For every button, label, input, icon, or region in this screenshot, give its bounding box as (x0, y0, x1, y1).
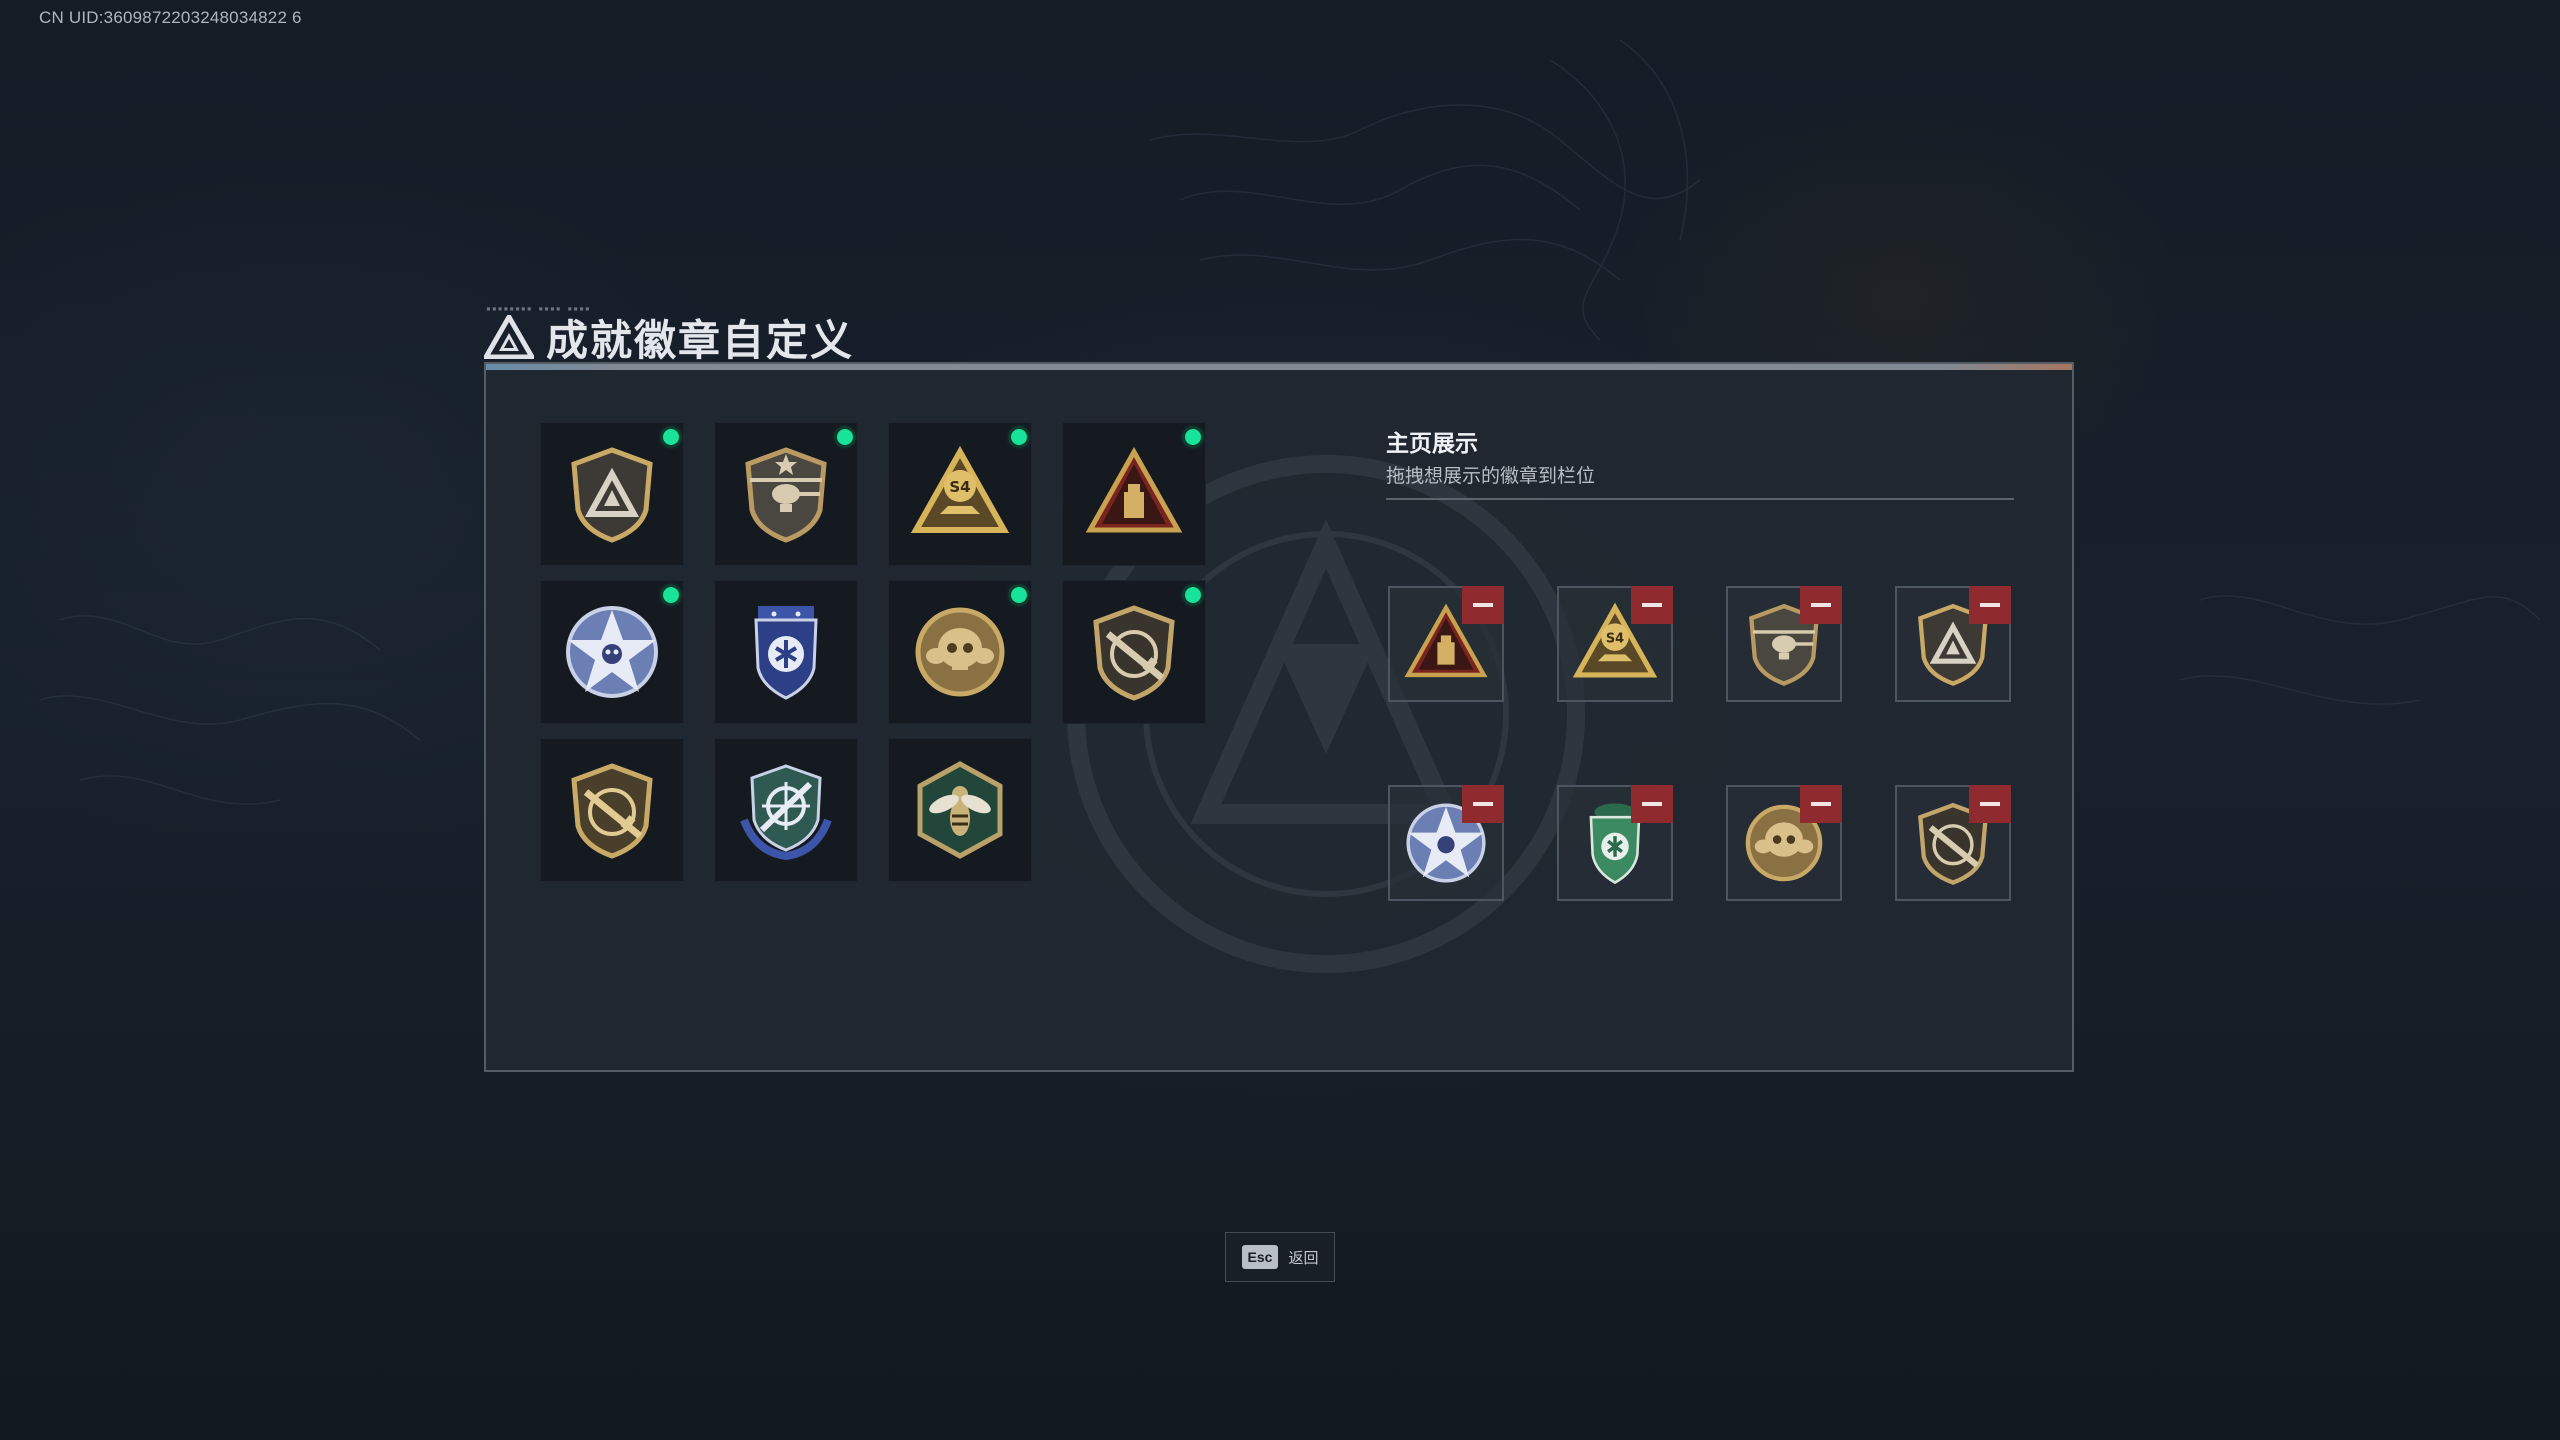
minus-icon (1980, 802, 2000, 806)
badge-cell[interactable] (714, 580, 858, 724)
red-triangle-badge-icon (1085, 446, 1183, 533)
svg-text:S4: S4 (949, 478, 970, 496)
rifle-shield-badge-icon (1093, 605, 1175, 701)
showcase-title: 主页展示 (1386, 431, 1478, 457)
showcase-slot[interactable] (1388, 785, 1504, 901)
page-header: 成就徽章自定义 (484, 310, 854, 365)
back-label: 返回 (1288, 1248, 1319, 1267)
showcase-slot[interactable]: S4 (1557, 586, 1673, 702)
remove-badge-button[interactable] (1800, 586, 1842, 624)
minus-icon (1811, 603, 1831, 607)
minus-icon (1642, 802, 1662, 806)
gold-rifle-shield-badge-icon (571, 763, 653, 859)
selected-indicator (1011, 587, 1027, 603)
remove-badge-button[interactable] (1800, 785, 1842, 823)
showcase-divider (1386, 498, 2014, 500)
page-title: 成就徽章自定义 (546, 315, 855, 365)
badge-cell[interactable] (1062, 422, 1206, 566)
showcase-slot[interactable] (1726, 785, 1842, 901)
minus-icon (1642, 603, 1662, 607)
triangle-shield-badge-icon (571, 447, 653, 543)
selected-indicator (1011, 429, 1027, 445)
minus-icon (1980, 603, 2000, 607)
remove-badge-button[interactable] (1462, 785, 1504, 823)
blue-star-skull-badge-icon (566, 606, 658, 698)
wasp-hexagon-badge-icon (917, 761, 1003, 859)
showcase-slot[interactable] (1388, 586, 1504, 702)
badge-cell[interactable] (714, 738, 858, 882)
badge-cell[interactable] (888, 580, 1032, 724)
selected-indicator (1185, 587, 1201, 603)
badge-cell[interactable] (540, 738, 684, 882)
helicopter-shield-badge-icon (745, 447, 827, 543)
user-uid: CN UID:3609872203248034822 6 (39, 8, 302, 27)
green-crosshair-badge-icon (740, 764, 832, 860)
back-button[interactable]: Esc 返回 (1225, 1232, 1335, 1282)
badge-cell[interactable] (540, 422, 684, 566)
showcase-slot[interactable] (1726, 586, 1842, 702)
remove-badge-button[interactable] (1969, 785, 2011, 823)
remove-badge-button[interactable] (1462, 586, 1504, 624)
showcase-subtitle: 拖拽想展示的徽章到栏位 (1386, 465, 1596, 487)
selected-indicator (1185, 429, 1201, 445)
remove-badge-button[interactable] (1631, 785, 1673, 823)
esc-key-icon: Esc (1241, 1245, 1279, 1269)
remove-badge-button[interactable] (1969, 586, 2011, 624)
showcase-slot[interactable] (1895, 785, 2011, 901)
selected-indicator (663, 429, 679, 445)
remove-badge-button[interactable] (1631, 586, 1673, 624)
showcase-slot[interactable] (1895, 586, 2011, 702)
badge-customize-panel: S4 主页展示 拖拽想展示的徽章到栏位 S4 (484, 362, 2074, 1072)
s4-triangle-badge-icon: S4 (910, 445, 1010, 533)
selected-indicator (837, 429, 853, 445)
selected-indicator (663, 587, 679, 603)
badge-cell[interactable] (888, 738, 1032, 882)
badge-cell[interactable] (1062, 580, 1206, 724)
badge-cell[interactable] (540, 580, 684, 724)
badge-cell[interactable] (714, 422, 858, 566)
minus-icon (1473, 603, 1493, 607)
delta-logo-icon (484, 315, 534, 359)
gold-skull-badge-icon (915, 607, 1005, 697)
panel-top-bar (486, 364, 2072, 370)
minus-icon (1811, 802, 1831, 806)
blue-wing-badge-icon (754, 606, 818, 700)
svg-text:S4: S4 (1606, 631, 1624, 646)
badge-cell[interactable]: S4 (888, 422, 1032, 566)
minus-icon (1473, 802, 1493, 806)
showcase-slot[interactable] (1557, 785, 1673, 901)
